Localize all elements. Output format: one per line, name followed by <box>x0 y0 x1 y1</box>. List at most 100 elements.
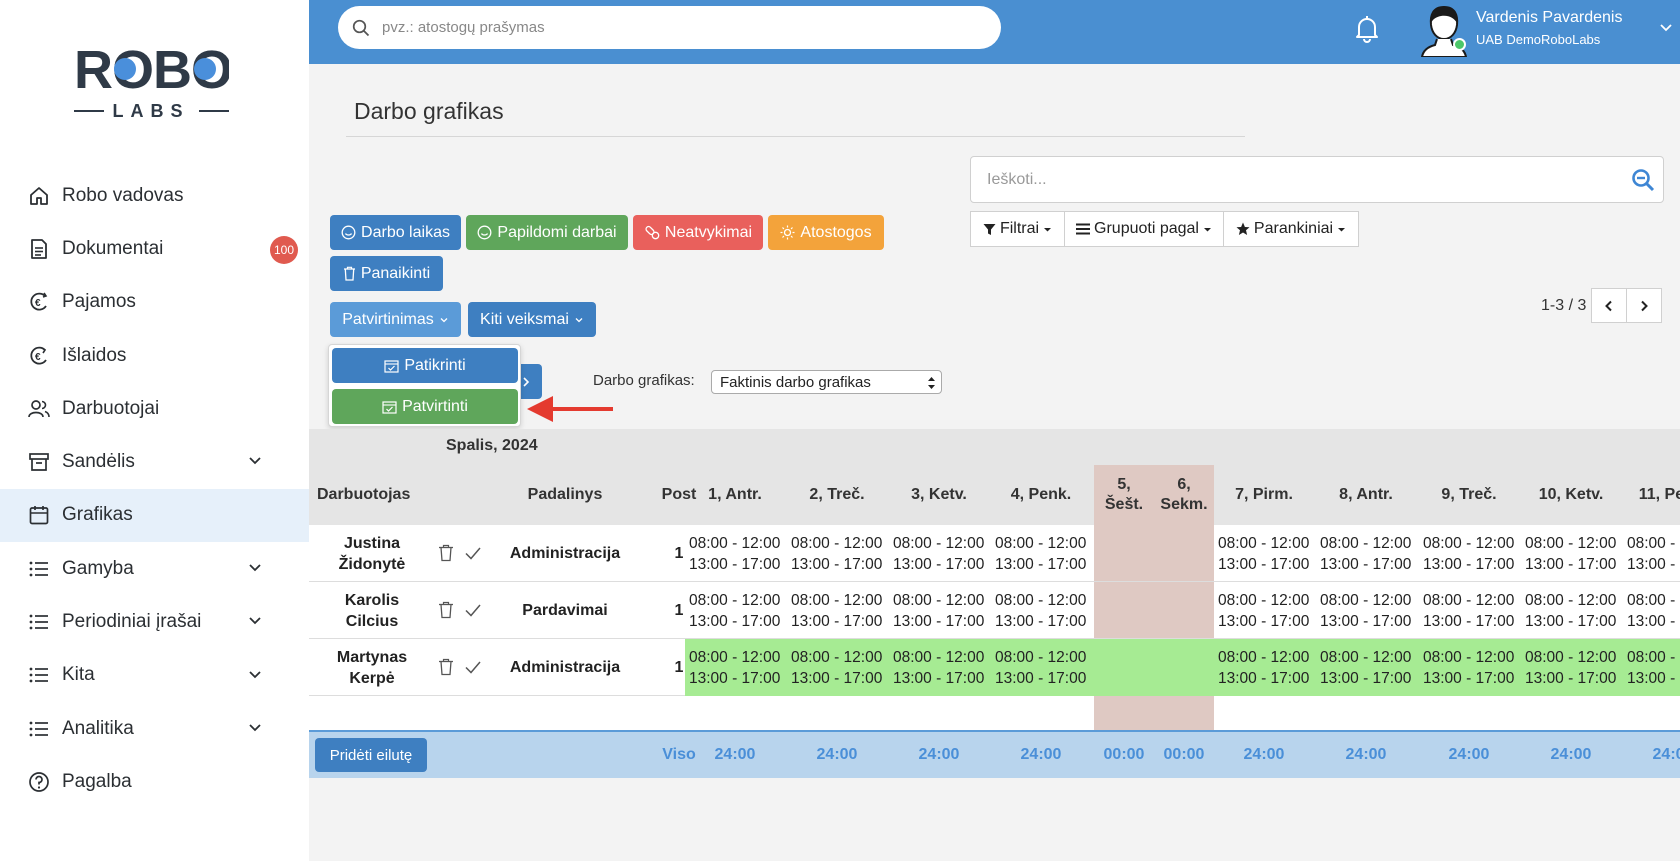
global-search-input[interactable] <box>382 19 942 36</box>
shift-cell[interactable]: 08:00 - 12:00 13:00 - 17:00 <box>1423 582 1514 639</box>
chevron-down-icon[interactable] <box>247 667 263 683</box>
title-divider <box>346 136 1245 137</box>
sidebar-item-periodiniai-irasai[interactable]: Periodiniai įrašai <box>0 595 309 648</box>
shift-cell[interactable]: 08:00 - 12:00 13:00 - 17:00 <box>1218 525 1309 582</box>
sidebar-item-kita[interactable]: Kita <box>0 649 309 702</box>
patvirtinimas-dropdown-button[interactable]: Patvirtinimas <box>330 302 461 337</box>
chevron-down-icon[interactable] <box>1658 20 1674 36</box>
patvirtinti-menu-item[interactable]: Patvirtinti <box>332 389 518 424</box>
sidebar-item-label: Pagalba <box>62 770 132 792</box>
shift-cell[interactable]: 08:00 - 12:00 13:00 - 17:00 <box>995 525 1086 582</box>
shift-cell[interactable]: 08:00 - 12:00 13:00 - 17:00 <box>689 525 780 582</box>
shift-cell[interactable]: 08:00 - 12:00 13:00 - 17:00 <box>995 582 1086 639</box>
sidebar-item-pagalba[interactable]: Pagalba <box>0 755 309 808</box>
trash-icon[interactable] <box>437 601 455 619</box>
header-darbuotojas[interactable]: Darbuotojas <box>317 465 417 525</box>
header-day[interactable]: 7, Pirm. <box>1214 465 1314 525</box>
header-day-line1: 5, <box>1117 476 1131 493</box>
header-day[interactable]: 5, Šešt. <box>1094 465 1154 525</box>
atostogos-button[interactable]: Atostogos <box>768 215 884 250</box>
shift-cell[interactable]: 08:00 - 12:00 13:00 - 17:00 <box>1218 639 1309 696</box>
records-search-input[interactable] <box>987 170 1587 189</box>
parankiniai-button[interactable]: Parankiniai <box>1223 211 1359 247</box>
header-day[interactable]: 6, Sekm. <box>1154 465 1214 525</box>
shift-cell[interactable]: 08:00 - 12:00 13:00 - 17:00 <box>1627 639 1680 696</box>
sidebar-item-dokumentai[interactable]: Dokumentai 100 <box>0 222 309 275</box>
notifications-bell-icon[interactable] <box>1353 14 1381 44</box>
trash-icon[interactable] <box>437 544 455 562</box>
robolabs-logo[interactable]: ROBO LABS <box>74 40 233 122</box>
grupuoti-pagal-button[interactable]: Grupuoti pagal <box>1064 211 1224 247</box>
sidebar-item-gamyba[interactable]: Gamyba <box>0 542 309 595</box>
shift-afternoon: 13:00 - 17:00 <box>995 555 1087 573</box>
header-day[interactable]: 1, Antr. <box>685 465 785 525</box>
header-day[interactable]: 9, Treč. <box>1419 465 1519 525</box>
header-day[interactable]: 4, Penk. <box>991 465 1091 525</box>
zoom-out-icon[interactable] <box>1631 168 1655 192</box>
table-row[interactable]: Justina Židonytė Administracija 1 08:00 - 12… <box>309 525 1680 582</box>
check-icon[interactable] <box>464 658 482 676</box>
panaikinti-button[interactable]: Panaikinti <box>330 256 443 291</box>
papildomi-darbai-button[interactable]: Papildomi darbai <box>466 215 628 250</box>
pager-prev-button[interactable] <box>1591 288 1627 323</box>
shift-cell[interactable]: 08:00 - 12:00 13:00 - 17:00 <box>1320 525 1411 582</box>
chevron-down-icon[interactable] <box>247 613 263 629</box>
header-day[interactable]: 2, Treč. <box>787 465 887 525</box>
shift-cell[interactable]: 08:00 - 12:00 13:00 - 17:00 <box>1423 525 1514 582</box>
check-icon[interactable] <box>464 544 482 562</box>
shift-cell[interactable]: 08:00 - 12:00 13:00 - 17:00 <box>893 582 984 639</box>
shift-cell[interactable]: 08:00 - 12:00 13:00 - 17:00 <box>791 639 882 696</box>
neatvykimai-button[interactable]: Neatvykimai <box>633 215 763 250</box>
sidebar-item-islaidos[interactable]: € Išlaidos <box>0 329 309 382</box>
trash-icon[interactable] <box>437 658 455 676</box>
add-row-button[interactable]: Pridėti eilutę <box>315 738 427 772</box>
shift-cell[interactable]: 08:00 - 12:00 13:00 - 17:00 <box>1218 582 1309 639</box>
employee-name[interactable]: Martynas Kerpė <box>309 639 435 696</box>
header-day[interactable]: 11, Penk. <box>1623 465 1680 525</box>
sidebar-item-analitika[interactable]: Analitika <box>0 702 309 755</box>
header-padalinys[interactable]: Padalinys <box>490 465 640 525</box>
darbo-laikas-button[interactable]: Darbo laikas <box>330 215 461 250</box>
shift-cell[interactable]: 08:00 - 12:00 13:00 - 17:00 <box>995 639 1086 696</box>
schedule-type-select[interactable]: Faktinis darbo grafikas <box>711 370 942 394</box>
shift-cell[interactable]: 08:00 - 12:00 13:00 - 17:00 <box>1627 582 1680 639</box>
sidebar-item-sandelis[interactable]: Sandėlis <box>0 435 309 488</box>
sidebar-item-label: Kita <box>62 664 95 686</box>
filtrai-button[interactable]: Filtrai <box>970 211 1065 247</box>
shift-cell[interactable]: 08:00 - 12:00 13:00 - 17:00 <box>893 639 984 696</box>
pager-next-button[interactable] <box>1626 288 1662 323</box>
global-search[interactable] <box>338 6 1001 49</box>
chevron-down-icon[interactable] <box>247 453 263 469</box>
header-day[interactable]: 8, Antr. <box>1316 465 1416 525</box>
shift-cell[interactable]: 08:00 - 12:00 13:00 - 17:00 <box>1627 525 1680 582</box>
shift-cell[interactable]: 08:00 - 12:00 13:00 - 17:00 <box>791 582 882 639</box>
shift-cell[interactable]: 08:00 - 12:00 13:00 - 17:00 <box>1423 639 1514 696</box>
user-company[interactable]: UAB DemoRoboLabs <box>1476 32 1600 47</box>
header-day[interactable]: 3, Ketv. <box>889 465 989 525</box>
chevron-down-icon[interactable] <box>247 560 263 576</box>
shift-cell[interactable]: 08:00 - 12:00 13:00 - 17:00 <box>791 525 882 582</box>
shift-cell[interactable]: 08:00 - 12:00 13:00 - 17:00 <box>1525 525 1616 582</box>
shift-cell[interactable]: 08:00 - 12:00 13:00 - 17:00 <box>1525 639 1616 696</box>
shift-cell[interactable]: 08:00 - 12:00 13:00 - 17:00 <box>689 639 780 696</box>
user-name[interactable]: Vardenis Pavardenis <box>1476 9 1622 27</box>
shift-cell[interactable]: 08:00 - 12:00 13:00 - 17:00 <box>893 525 984 582</box>
check-icon[interactable] <box>464 601 482 619</box>
shift-cell[interactable]: 08:00 - 12:00 13:00 - 17:00 <box>1320 582 1411 639</box>
sidebar-item-pajamos[interactable]: € Pajamos <box>0 276 309 329</box>
patikrinti-menu-item[interactable]: Patikrinti <box>332 348 518 383</box>
chevron-down-icon[interactable] <box>247 720 263 736</box>
table-row[interactable]: Karolis Cilcius Pardavimai 1 08:00 - 12:00 13… <box>309 582 1680 639</box>
sidebar-item-darbuotojai[interactable]: Darbuotojai <box>0 382 309 435</box>
shift-cell[interactable]: 08:00 - 12:00 13:00 - 17:00 <box>1320 639 1411 696</box>
kiti-veiksmai-dropdown-button[interactable]: Kiti veiksmai <box>468 302 596 337</box>
sidebar-item-grafikas[interactable]: Grafikas <box>0 488 309 543</box>
sidebar-item-robo-vadovas[interactable]: Robo vadovas <box>0 169 309 222</box>
header-day[interactable]: 10, Ketv. <box>1521 465 1621 525</box>
employee-name[interactable]: Karolis Cilcius <box>309 582 435 639</box>
table-row[interactable]: Martynas Kerpė Administracija 1 08:00 - 12:0… <box>309 639 1680 696</box>
records-search[interactable] <box>970 156 1664 203</box>
shift-cell[interactable]: 08:00 - 12:00 13:00 - 17:00 <box>689 582 780 639</box>
shift-cell[interactable]: 08:00 - 12:00 13:00 - 17:00 <box>1525 582 1616 639</box>
employee-name[interactable]: Justina Židonytė <box>309 525 435 582</box>
